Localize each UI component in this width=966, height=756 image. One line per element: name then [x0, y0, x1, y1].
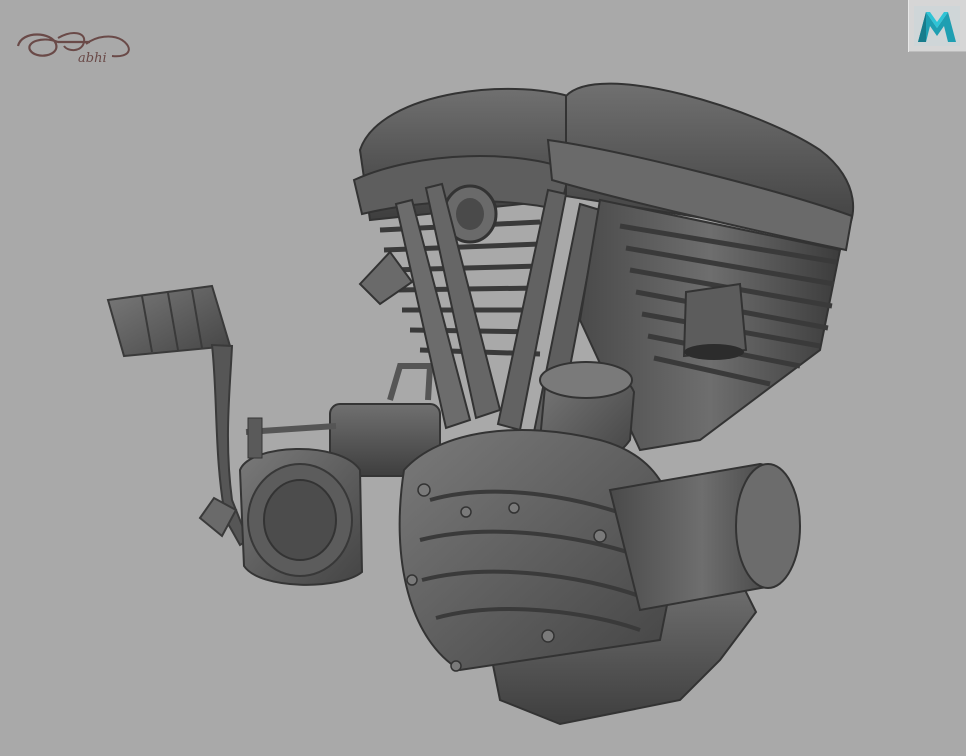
maya-badge [908, 0, 966, 52]
3d-viewport[interactable]: abhi [0, 0, 966, 756]
generator [608, 462, 801, 612]
kick-pedal [106, 284, 250, 547]
engine-model[interactable] [100, 70, 860, 750]
maya-logo-icon [914, 6, 960, 46]
svg-text:abhi: abhi [78, 51, 107, 66]
signature-logo: abhi [16, 32, 130, 66]
